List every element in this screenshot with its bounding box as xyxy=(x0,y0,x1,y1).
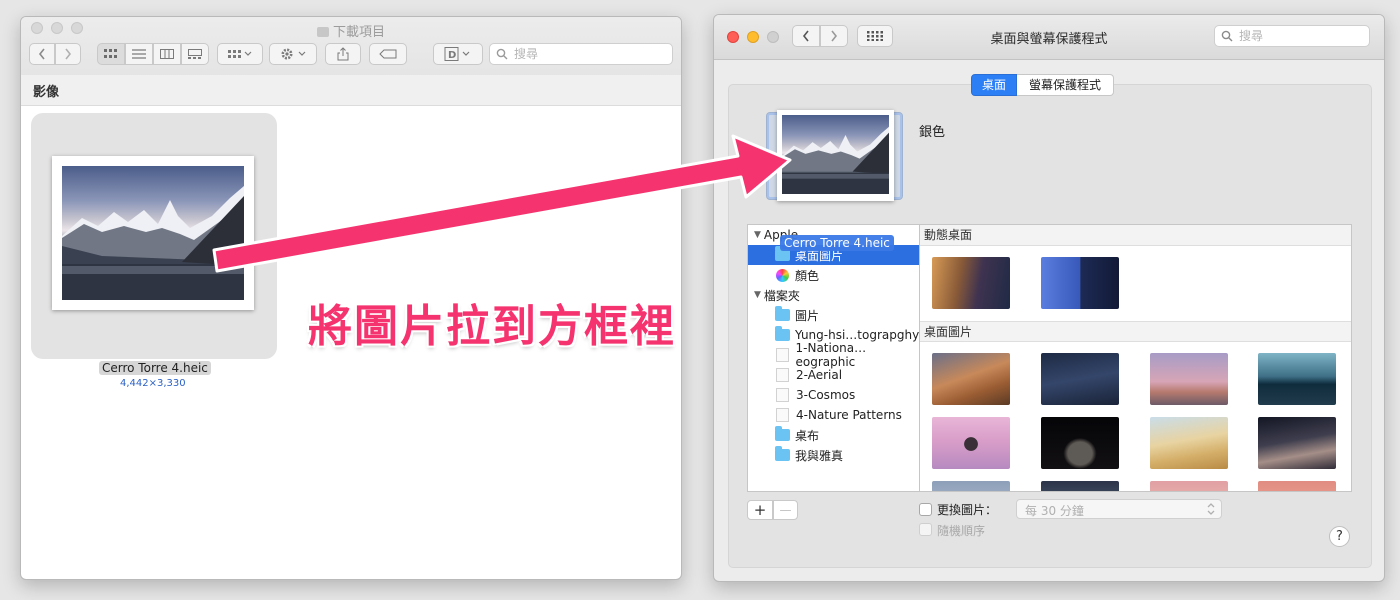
file-name[interactable]: Cerro Torre 4.heic xyxy=(99,361,211,375)
section-dynamic: 動態桌面 xyxy=(920,225,1351,246)
list-icon xyxy=(132,49,146,59)
group-button[interactable] xyxy=(217,43,263,65)
thumbnail-dusk-rock[interactable] xyxy=(1150,353,1228,405)
chevron-left-icon xyxy=(38,48,45,60)
tree-item-file[interactable]: 1-Nationa…eographic xyxy=(748,341,920,369)
disclosure-triangle-icon: ▼ xyxy=(754,230,761,240)
share-icon xyxy=(337,47,349,61)
camera-folder-icon xyxy=(775,306,790,321)
prefs-search[interactable] xyxy=(1214,25,1370,47)
column-view-button[interactable] xyxy=(153,43,181,65)
tree-item-file[interactable]: 2-Aerial xyxy=(748,365,920,385)
mountain-image xyxy=(782,115,889,194)
tree-item-pictures[interactable]: 圖片 xyxy=(748,305,920,325)
current-picture-well[interactable] xyxy=(766,110,903,201)
thumbnail-solar-gradients[interactable] xyxy=(1041,257,1119,309)
disclosure-triangle-icon: ▼ xyxy=(754,290,761,300)
finder-search[interactable] xyxy=(489,43,673,65)
interval-select[interactable]: 每 30 分鐘 xyxy=(1016,499,1222,519)
desktop-prefs-window: 桌面與螢幕保護程式 桌面 螢幕保護程式 銀色 xyxy=(713,14,1385,582)
current-picture-name: 銀色 xyxy=(919,125,946,140)
tree-item-folder[interactable]: 桌布 xyxy=(748,425,920,445)
forward-button[interactable] xyxy=(55,43,81,65)
document-icon: D xyxy=(444,47,470,61)
svg-text:D: D xyxy=(448,50,456,61)
icon-view-button[interactable] xyxy=(97,43,125,65)
mountain-image xyxy=(62,166,244,300)
change-picture-label[interactable]: 更換圖片： xyxy=(937,501,997,518)
path-label: 影像 xyxy=(33,85,60,100)
file-item[interactable] xyxy=(31,113,277,359)
thumbnail-mojave-dynamic[interactable] xyxy=(932,257,1010,309)
dragged-picture xyxy=(777,110,894,201)
thumbnail-night-spires[interactable] xyxy=(1041,417,1119,469)
file-icon xyxy=(776,408,789,422)
tab-screensaver[interactable]: 螢幕保護程式 xyxy=(1017,74,1115,96)
section-pictures: 桌面圖片 xyxy=(920,321,1351,342)
folder-icon xyxy=(775,446,790,461)
instruction-text: 將圖片拉到方框裡 xyxy=(308,301,676,352)
folder-icon xyxy=(775,426,790,441)
thumbnail-partial[interactable] xyxy=(1041,481,1119,491)
file-icon xyxy=(776,368,789,382)
list-view-button[interactable] xyxy=(125,43,153,65)
prefs-titlebar: 桌面與螢幕保護程式 xyxy=(714,15,1384,60)
back-button[interactable] xyxy=(29,43,55,65)
finder-search-input[interactable] xyxy=(512,46,672,62)
folder-icon xyxy=(775,326,790,341)
gallery-view-button[interactable] xyxy=(181,43,209,65)
share-button[interactable] xyxy=(325,43,361,65)
file-icon xyxy=(776,388,789,402)
add-folder-button[interactable]: + xyxy=(747,500,773,520)
tree-group-folders[interactable]: ▼ 檔案夾 xyxy=(748,285,920,305)
grid-icon xyxy=(104,49,117,58)
chevron-right-icon xyxy=(65,48,72,60)
tree-item-file[interactable]: 4-Nature Patterns xyxy=(748,405,920,425)
group-icon xyxy=(228,50,252,58)
search-icon xyxy=(1221,30,1233,42)
path-header: 影像 xyxy=(21,75,681,106)
drag-label: Cerro Torre 4.heic xyxy=(780,235,894,251)
picture-grid: 動態桌面 桌面圖片 xyxy=(919,224,1352,492)
color-wheel-icon xyxy=(776,268,789,282)
help-button[interactable]: ? xyxy=(1329,526,1350,547)
thumbnail-pink-rock[interactable] xyxy=(932,417,1010,469)
thumbnail-mojave-night[interactable] xyxy=(1041,353,1119,405)
random-order-checkbox[interactable] xyxy=(919,523,932,536)
tree-item-folder[interactable]: 我與雅真 xyxy=(748,445,920,465)
tags-button[interactable] xyxy=(369,43,407,65)
file-dimensions: 4,442×3,330 xyxy=(120,378,186,389)
thumbnail-partial[interactable] xyxy=(1150,481,1228,491)
thumbnail-lake[interactable] xyxy=(1258,353,1336,405)
gear-icon xyxy=(281,48,306,60)
search-icon xyxy=(496,48,508,60)
gallery-icon xyxy=(188,49,202,59)
tree-item-colors[interactable]: 顏色 xyxy=(748,265,920,285)
thumbnail-partial[interactable] xyxy=(932,481,1010,491)
updown-chevron-icon xyxy=(1207,503,1215,515)
thumbnail-dunes-night[interactable] xyxy=(1258,417,1336,469)
folder-icon xyxy=(316,27,329,37)
tree-item-file[interactable]: 3-Cosmos xyxy=(748,385,920,405)
file-icon xyxy=(776,348,789,362)
tab-desktop[interactable]: 桌面 xyxy=(971,74,1018,96)
source-list: ▼ Apple 桌面圖片 顏色 ▼ 檔案夾 圖片 Yung-hsi…tograp… xyxy=(747,224,921,492)
change-picture-checkbox[interactable] xyxy=(919,503,932,516)
dropbox-button[interactable]: D xyxy=(433,43,483,65)
random-order-label[interactable]: 隨機順序 xyxy=(937,522,985,539)
thumbnail-mojave-day[interactable] xyxy=(932,353,1010,405)
remove-folder-button[interactable]: — xyxy=(773,500,798,520)
action-button[interactable] xyxy=(269,43,317,65)
tag-icon xyxy=(379,49,397,59)
thumbnail-dunes-day[interactable] xyxy=(1150,417,1228,469)
thumbnail-partial[interactable] xyxy=(1258,481,1336,491)
file-thumbnail xyxy=(52,156,254,310)
tab-bar: 桌面 螢幕保護程式 xyxy=(971,74,1115,96)
prefs-search-input[interactable] xyxy=(1237,28,1369,44)
columns-icon xyxy=(160,49,174,59)
window-title: 下載項目 xyxy=(21,21,681,40)
